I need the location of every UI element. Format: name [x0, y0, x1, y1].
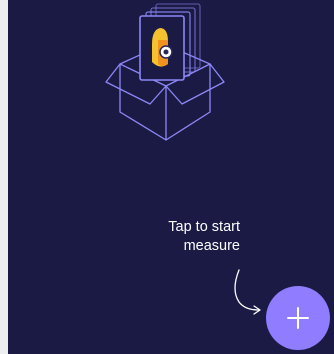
curved-arrow-icon: [234, 269, 261, 315]
plus-icon: [287, 307, 309, 329]
measure-list-screen: Tap to start measure: [8, 0, 334, 354]
empty-state-hint: Tap to start measure: [128, 218, 240, 256]
hint-line-2: measure: [183, 238, 240, 254]
add-measure-button[interactable]: [266, 286, 330, 350]
empty-state-illustration: [105, 3, 225, 141]
hint-line-1: Tap to start: [168, 219, 240, 235]
